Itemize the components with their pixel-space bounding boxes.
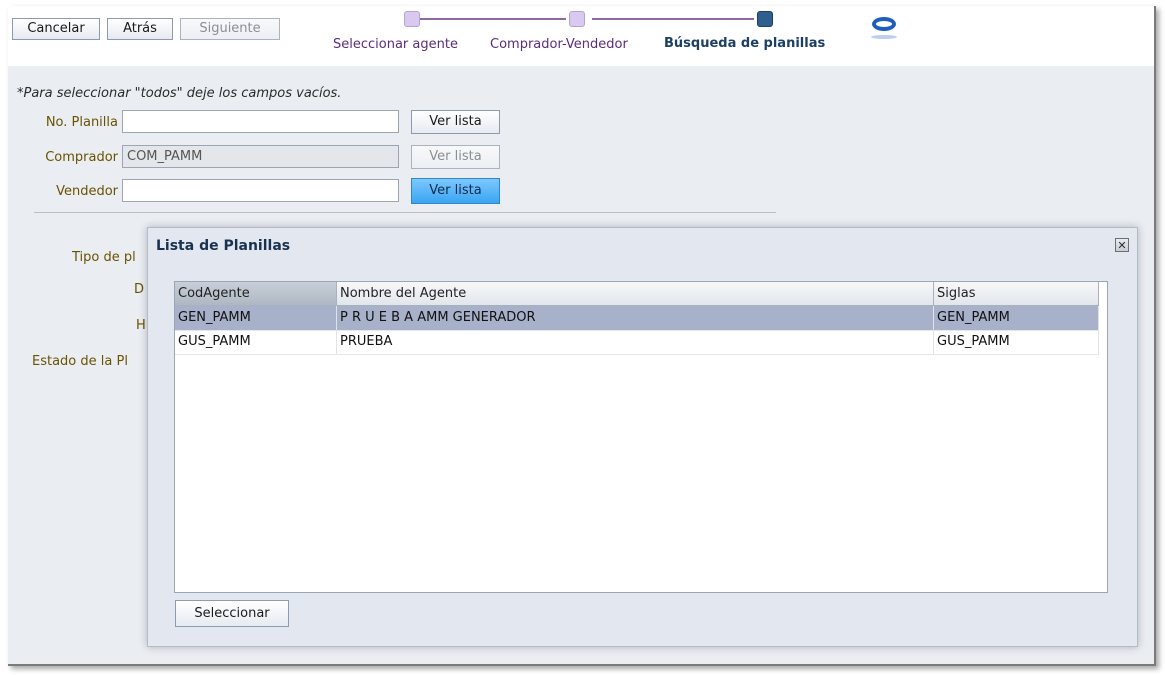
column-header-siglas[interactable]: Siglas: [934, 282, 1099, 306]
planillas-table: CodAgente Nombre del Agente Siglas GEN_P…: [174, 281, 1108, 593]
cell-nombre: P R U E B A AMM GENERADOR: [337, 306, 934, 330]
train-stop-comprador-vendedor[interactable]: [569, 11, 585, 27]
train-stop-busqueda-planillas: [757, 11, 773, 27]
next-button[interactable]: Siguiente: [180, 18, 280, 40]
train-label-seleccionar-agente[interactable]: Seleccionar agente: [333, 37, 458, 52]
cell-siglas: GEN_PAMM: [934, 306, 1099, 330]
close-icon[interactable]: ✕: [1115, 238, 1129, 252]
vendedor-ver-lista-button[interactable]: Ver lista: [411, 178, 500, 204]
train-connector: [420, 18, 566, 20]
form-divider: [34, 212, 776, 213]
cell-codagente: GUS_PAMM: [175, 330, 337, 354]
column-header-codagente[interactable]: CodAgente: [175, 282, 337, 306]
oracle-logo-icon: [872, 17, 896, 31]
column-header-nombre[interactable]: Nombre del Agente: [337, 282, 934, 306]
planilla-label: No. Planilla: [45, 115, 118, 130]
train-connector: [592, 18, 754, 20]
dialog-title: Lista de Planillas: [156, 238, 291, 254]
top-toolbar: Cancelar Atrás Siguiente Seleccionar age…: [8, 6, 1154, 66]
desde-label: D: [134, 282, 145, 297]
comprador-label: Comprador: [45, 150, 118, 165]
lista-planillas-dialog: Lista de Planillas ✕ CodAgente Nombre de…: [147, 227, 1138, 647]
back-button[interactable]: Atrás: [107, 18, 173, 40]
planilla-ver-lista-button[interactable]: Ver lista: [411, 110, 500, 134]
oracle-logo-reflection: [871, 35, 897, 39]
tipo-planilla-label: Tipo de pl: [72, 250, 136, 265]
table-header: CodAgente Nombre del Agente Siglas: [175, 282, 1099, 306]
table-row[interactable]: GEN_PAMM P R U E B A AMM GENERADOR GEN_P…: [175, 306, 1099, 331]
cell-nombre: PRUEBA: [337, 330, 934, 354]
train-label-comprador-vendedor[interactable]: Comprador-Vendedor: [490, 37, 628, 52]
cell-siglas: GUS_PAMM: [934, 330, 1099, 354]
planilla-input[interactable]: [122, 110, 399, 133]
cell-codagente: GEN_PAMM: [175, 306, 337, 330]
comprador-input: [122, 145, 399, 168]
comprador-ver-lista-button[interactable]: Ver lista: [411, 145, 500, 169]
app-window: Cancelar Atrás Siguiente Seleccionar age…: [8, 6, 1156, 666]
form-hint: *Para seleccionar "todos" deje los campo…: [17, 86, 342, 101]
vendedor-input[interactable]: [122, 179, 399, 202]
seleccionar-button[interactable]: Seleccionar: [175, 600, 289, 627]
train-label-busqueda-planillas: Búsqueda de planillas: [664, 36, 826, 51]
vendedor-label: Vendedor: [56, 184, 118, 199]
estado-planilla-label: Estado de la Pl: [32, 354, 128, 369]
train-stop-seleccionar-agente[interactable]: [404, 11, 420, 27]
table-row[interactable]: GUS_PAMM PRUEBA GUS_PAMM: [175, 330, 1099, 355]
hasta-label: H: [136, 318, 146, 333]
cancel-button[interactable]: Cancelar: [12, 18, 100, 40]
